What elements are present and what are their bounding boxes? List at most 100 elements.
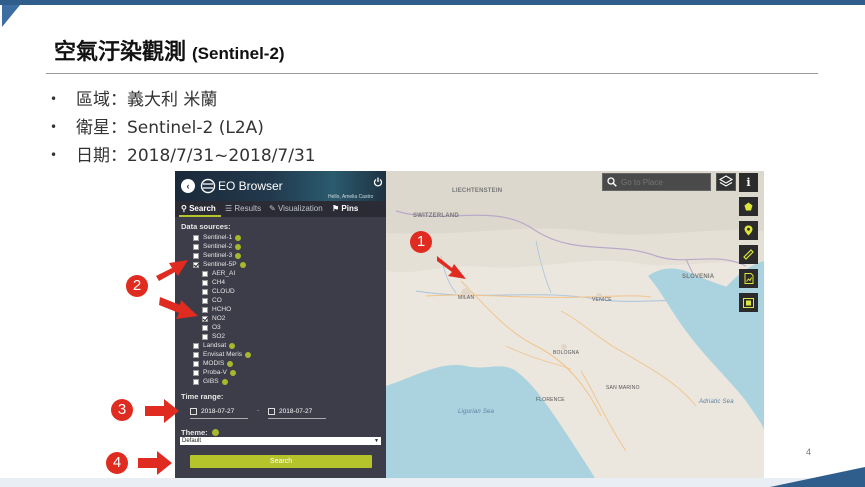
- eo-browser-sidebar: ‹ EO Browser Hello, Amelia Castro ⚲ Sear…: [175, 171, 386, 480]
- product-o3[interactable]: O3: [202, 324, 221, 331]
- theme-settings-icon[interactable]: [212, 429, 219, 436]
- map-label-venice: VENICE: [592, 297, 612, 303]
- tab-results[interactable]: ☰ Results: [225, 204, 261, 213]
- source-proba-v[interactable]: Proba-V: [193, 369, 236, 376]
- list-icon: ☰: [225, 204, 233, 213]
- product-hcho[interactable]: HCHO: [202, 306, 231, 313]
- tab-search[interactable]: ⚲ Search: [181, 204, 216, 213]
- source-sentinel-5p[interactable]: Sentinel-5P: [193, 261, 246, 268]
- add-pin-button[interactable]: [739, 221, 758, 240]
- checkbox[interactable]: [202, 270, 208, 277]
- source-landsat[interactable]: Landsat: [193, 342, 236, 349]
- collapse-panel-button[interactable]: ‹: [181, 179, 195, 193]
- source-modis[interactable]: MODIS: [193, 360, 234, 367]
- date-separator: -: [257, 408, 259, 414]
- checkbox[interactable]: [202, 306, 208, 313]
- checkbox-checked[interactable]: [202, 315, 208, 322]
- checkbox[interactable]: [202, 279, 208, 286]
- product-label: SO2: [212, 333, 226, 340]
- app-brand: EO Browser: [218, 179, 283, 193]
- checkbox[interactable]: [193, 234, 199, 241]
- timelapse-button[interactable]: [739, 293, 758, 312]
- source-gibs[interactable]: GIBS: [193, 378, 228, 385]
- source-sentinel-2[interactable]: Sentinel-2: [193, 243, 242, 250]
- bullet-text: 衛星：Sentinel-2 (L2A): [76, 118, 264, 138]
- layers-button[interactable]: [716, 173, 736, 191]
- source-sentinel-3[interactable]: Sentinel-3: [193, 252, 242, 259]
- product-ch4[interactable]: CH4: [202, 279, 225, 286]
- slide-bottom-band: [0, 478, 865, 487]
- product-label: CH4: [212, 279, 226, 286]
- checkbox[interactable]: [202, 288, 208, 295]
- info-button[interactable]: i: [739, 173, 758, 192]
- settings-icon[interactable]: [229, 369, 236, 376]
- tab-visualization[interactable]: ✎ Visualization: [269, 204, 323, 213]
- checkbox[interactable]: [193, 369, 199, 376]
- tab-pins[interactable]: ⚑ Pins: [332, 204, 358, 213]
- map-label-florence: FLORENCE: [536, 397, 565, 403]
- settings-icon[interactable]: [221, 378, 228, 385]
- source-sentinel-1[interactable]: Sentinel-1: [193, 234, 242, 241]
- theme-value: Default: [182, 438, 202, 444]
- settings-icon[interactable]: [245, 351, 252, 358]
- product-aer-ai[interactable]: AER_AI: [202, 270, 235, 277]
- slide-title: 空氣汙染觀測 (Sentinel-2): [54, 34, 285, 66]
- map-label-slovenia: SLOVENIA: [682, 274, 715, 280]
- checkbox[interactable]: [193, 378, 199, 385]
- settings-icon[interactable]: [235, 234, 242, 241]
- calendar-icon: [190, 408, 197, 415]
- checkbox[interactable]: [202, 324, 208, 331]
- product-so2[interactable]: SO2: [202, 333, 225, 340]
- source-envisat-meris[interactable]: Envisat Meris: [193, 351, 252, 358]
- sidebar-header: ‹ EO Browser Hello, Amelia Castro: [175, 171, 386, 201]
- product-no2[interactable]: NO2: [202, 315, 225, 322]
- settings-icon[interactable]: [229, 342, 236, 349]
- map-label-ligurian-sea: Ligurian Sea: [458, 409, 495, 415]
- map-label-adriatic-sea: Adriatic Sea: [699, 399, 734, 405]
- annotation-badge-4: 4: [106, 452, 128, 474]
- checkbox[interactable]: [193, 360, 199, 367]
- search-button[interactable]: Search: [190, 455, 372, 468]
- slide-top-rule: [0, 0, 865, 5]
- checkbox[interactable]: [193, 342, 199, 349]
- map-view[interactable]: LIECHTENSTEIN SWITZERLAND SLOVENIA MILAN…: [386, 171, 764, 480]
- annotation-arrow-3: [145, 399, 179, 423]
- date-from-field[interactable]: 2018-07-27: [190, 405, 248, 419]
- product-label: AER_AI: [212, 270, 236, 277]
- chart-button[interactable]: [739, 269, 758, 288]
- active-tab-indicator: [179, 215, 221, 217]
- annotation-badge-2: 2: [126, 275, 148, 297]
- theme-select[interactable]: Default ▼: [180, 437, 381, 445]
- caret-down-icon: ▼: [374, 438, 379, 444]
- checkbox[interactable]: [193, 252, 199, 259]
- checkbox[interactable]: [202, 333, 208, 340]
- product-cloud[interactable]: CLOUD: [202, 288, 235, 295]
- measure-button[interactable]: [739, 245, 758, 264]
- settings-icon[interactable]: [235, 243, 242, 250]
- checkbox[interactable]: [193, 351, 199, 358]
- map-label-milan: MILAN: [458, 295, 475, 301]
- draw-area-button[interactable]: [739, 197, 758, 216]
- date-to-field[interactable]: 2018-07-27: [268, 405, 326, 419]
- eo-browser-logo-icon: [200, 178, 216, 194]
- product-co[interactable]: CO: [202, 297, 222, 304]
- brush-icon: ✎: [269, 204, 276, 213]
- checkbox[interactable]: [202, 297, 208, 304]
- power-icon[interactable]: [373, 177, 383, 187]
- settings-icon[interactable]: [235, 252, 242, 259]
- film-icon: [743, 297, 754, 308]
- checkbox[interactable]: [193, 243, 199, 250]
- search-icon: ⚲: [181, 204, 187, 213]
- annotation-arrow-4: [138, 451, 172, 475]
- goto-place-input[interactable]: [621, 175, 707, 189]
- settings-icon[interactable]: [239, 261, 246, 268]
- search-icon: [607, 177, 617, 187]
- data-sources-heading: Data sources:: [181, 222, 231, 231]
- goto-place-box[interactable]: [602, 173, 711, 191]
- info-icon: i: [746, 176, 751, 189]
- settings-icon[interactable]: [227, 360, 234, 367]
- product-label: CO: [212, 297, 222, 304]
- checkbox-checked[interactable]: [193, 261, 199, 268]
- chart-file-icon: [744, 273, 753, 284]
- source-label: GIBS: [203, 378, 219, 385]
